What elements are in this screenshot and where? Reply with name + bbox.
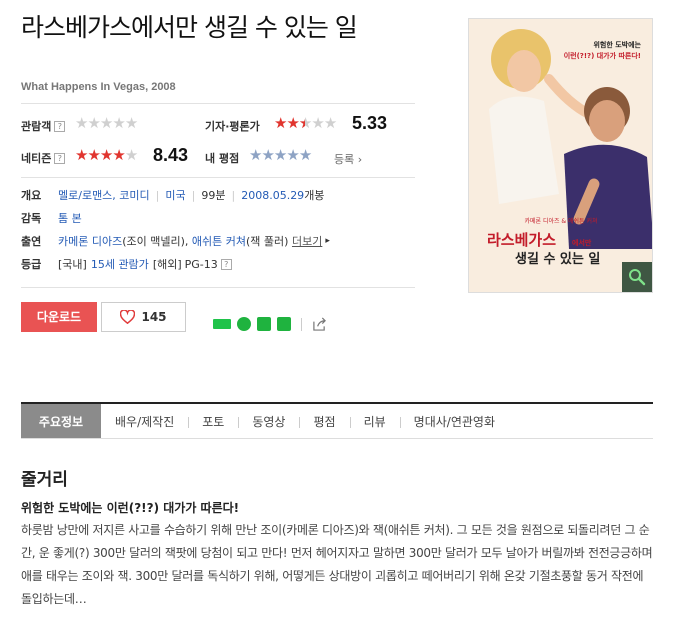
help-icon[interactable]: ? [54, 120, 66, 132]
poster-image: 위험한 도박에는 이런(?!?) 대가가 따른다! 카메론 디아즈 & 애쉬튼 … [469, 19, 652, 292]
star-icon: ★ [273, 146, 287, 164]
register-rating-link[interactable]: 등록 › [334, 151, 362, 167]
star-icon: ★ [323, 114, 337, 132]
divider [21, 177, 415, 178]
svg-text:위험한 도박에는: 위험한 도박에는 [593, 40, 641, 49]
like-button[interactable]: 145 [101, 302, 186, 332]
divider [21, 287, 415, 288]
more-cast-link[interactable]: 더보기 [292, 233, 322, 249]
star-icon: ★ [286, 114, 299, 132]
original-title: What Happens In Vegas, 2008 [21, 81, 176, 93]
my-rating-label: 내 평점 [205, 152, 240, 165]
movie-title: 라스베가스에서만 생길 수 있는 일 [21, 13, 358, 42]
tab-quotes-related[interactable]: 명대사/연관영화 [399, 404, 509, 438]
detail-tabs: 주요정보 배우/제작진 포토 동영상 평점 리뷰 명대사/연관영화 [21, 402, 653, 439]
tab-video[interactable]: 동영상 [238, 404, 299, 438]
overview-row: 개요 멜로/로맨스, 코미디 | 미국 | 99분 | 2008.05.29 개… [21, 187, 325, 203]
bookmark-icon[interactable] [257, 317, 271, 331]
star-icon: ★ [99, 146, 113, 164]
country-link[interactable]: 미국 [165, 187, 185, 203]
star-icon: ★ [124, 114, 138, 132]
help-icon[interactable]: ? [220, 258, 232, 270]
tab-review[interactable]: 리뷰 [349, 404, 400, 438]
zoom-button[interactable] [622, 262, 652, 292]
critics-score: 5.33 [352, 113, 388, 133]
svg-text:이런(?!?) 대가가 따른다!: 이런(?!?) 대가가 따른다! [564, 51, 641, 60]
heart-icon [120, 310, 136, 324]
download-button[interactable]: 다운로드 [21, 302, 97, 332]
star-icon: ★ [274, 114, 287, 132]
svg-text:라스베가스: 라스베가스 [487, 231, 556, 249]
share-icon[interactable] [312, 317, 327, 331]
star-icon: ★ [112, 146, 125, 164]
critics-rating-label: 기자·평론가 [205, 120, 260, 133]
tab-cast-crew[interactable]: 배우/제작진 [101, 404, 188, 438]
star-icon: ★ [124, 146, 138, 164]
star-icon: ★ [311, 114, 324, 132]
director-row: 감독 톰 본 [21, 210, 82, 226]
help-icon[interactable]: ? [54, 152, 66, 164]
star-icon: ★ [286, 146, 299, 164]
star-icon: ★ [112, 114, 125, 132]
star-icon: ★ [99, 114, 113, 132]
star-icon: ★★ [298, 114, 312, 132]
naver-blog-icon[interactable] [213, 319, 231, 329]
cast-row: 출연 카메론 디아즈 (조이 맥넬리), 애쉬튼 커쳐 (잭 풀러) 더보기 ▸ [21, 233, 330, 249]
star-icon: ★ [75, 146, 88, 164]
star-icon: ★ [75, 114, 88, 132]
release-date-link[interactable]: 2008.05.29 [241, 189, 304, 202]
star-icon: ★ [249, 146, 262, 164]
naver-cafe-icon[interactable] [237, 317, 251, 331]
chevron-right-icon: ▸ [325, 236, 330, 246]
divider [21, 103, 415, 104]
share-bar [213, 317, 327, 331]
star-icon: ★ [261, 146, 274, 164]
synopsis-title: 줄거리 [21, 470, 68, 490]
naver-me-icon[interactable] [277, 317, 291, 331]
runtime: 99분 [201, 189, 226, 202]
cast-link-1[interactable]: 카메론 디아즈 [58, 233, 122, 249]
cast-link-2[interactable]: 애쉬튼 커쳐 [192, 233, 246, 249]
grade-kr-link[interactable]: 15세 관람가 [91, 256, 149, 272]
director-link[interactable]: 톰 본 [58, 210, 82, 226]
synopsis-body: 하룻밤 낭만에 저지른 사고를 수습하기 위해 만난 조이(카메론 디아즈)와 … [21, 523, 653, 606]
netizen-score: 8.43 [153, 145, 189, 165]
like-count: 145 [141, 310, 167, 324]
my-stars[interactable]: ★★★★★ [249, 146, 312, 164]
audience-stars: ★★★★★ [75, 114, 138, 132]
release-suffix: 개봉 [304, 189, 325, 202]
star-icon: ★ [87, 146, 100, 164]
audience-rating-label: 관람객 ? [21, 118, 66, 134]
star-icon: ★ [87, 114, 100, 132]
synopsis-headline: 위험한 도박에는 이런(?!?) 대가가 따른다! [21, 501, 240, 515]
tab-rating[interactable]: 평점 [299, 404, 349, 438]
grade-intl: PG-13 [184, 257, 218, 271]
svg-text:에서만: 에서만 [572, 238, 592, 247]
critics-stars: ★★★★★★ [274, 114, 337, 132]
star-icon: ★ [298, 146, 312, 164]
grade-row: 등급 [국내] 15세 관람가 [해외] PG-13 ? [21, 256, 232, 272]
netizen-stars: ★★★★★ [75, 146, 138, 164]
magnifier-icon [629, 269, 646, 286]
svg-text:카메론 디아즈 & 애쉬튼 커쳐: 카메론 디아즈 & 애쉬튼 커쳐 [524, 217, 597, 225]
genre-link[interactable]: 멜로/로맨스, 코미디 [58, 187, 150, 203]
netizen-rating-label: 네티즌 ? [21, 150, 66, 166]
tab-photo[interactable]: 포토 [188, 404, 238, 438]
svg-text:생길 수 있는 일: 생길 수 있는 일 [515, 252, 600, 267]
movie-poster[interactable]: 위험한 도박에는 이런(?!?) 대가가 따른다! 카메론 디아즈 & 애쉬튼 … [468, 18, 653, 293]
tab-main-info[interactable]: 주요정보 [21, 404, 101, 438]
